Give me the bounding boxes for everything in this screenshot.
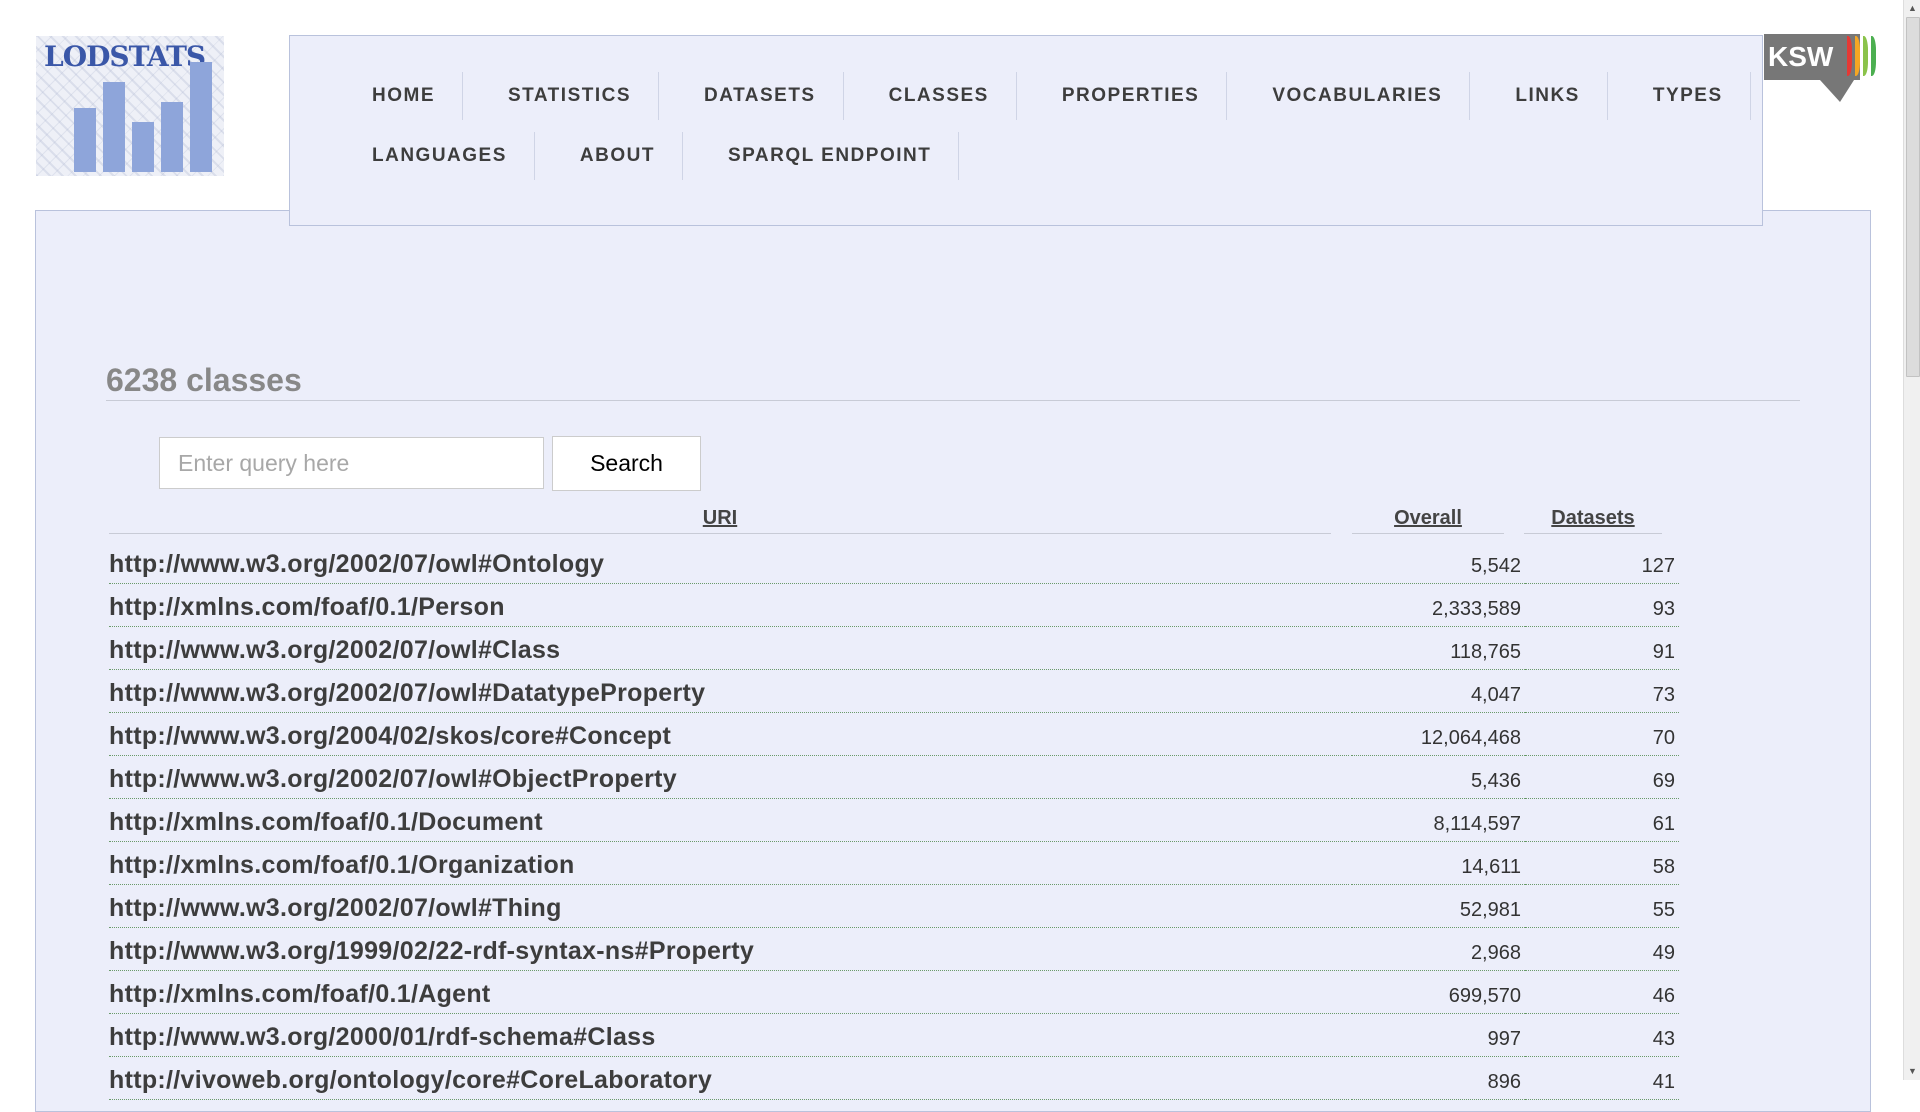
class-uri-link[interactable]: http://www.w3.org/2002/07/owl#Thing — [109, 885, 1349, 928]
datasets-count: 61 — [1525, 799, 1679, 842]
datasets-count: 93 — [1525, 584, 1679, 627]
column-header-overall[interactable]: Overall — [1352, 507, 1504, 534]
ksw-logo-tail — [1819, 80, 1863, 102]
datasets-count: 49 — [1525, 928, 1679, 971]
ksw-logo[interactable]: KSW — [1764, 34, 1876, 102]
nav-item-datasets[interactable]: DATASETS — [704, 72, 844, 120]
nav-item-properties[interactable]: PROPERTIES — [1062, 72, 1228, 120]
vertical-scrollbar[interactable]: ▲ ▼ — [1903, 0, 1920, 1080]
class-uri-link[interactable]: http://xmlns.com/foaf/0.1/Organization — [109, 842, 1349, 885]
class-uri-link[interactable]: http://www.w3.org/2002/07/owl#Class — [109, 627, 1349, 670]
class-uri-link[interactable]: http://www.w3.org/2002/07/owl#Ontology — [109, 541, 1349, 584]
logo-bar — [161, 102, 183, 172]
table-row: http://www.w3.org/2002/07/owl#DatatypePr… — [109, 670, 1679, 713]
overall-count: 699,570 — [1351, 971, 1525, 1014]
table-row: http://xmlns.com/foaf/0.1/Document 8,114… — [109, 799, 1679, 842]
search-button[interactable]: Search — [552, 436, 701, 491]
table-row: http://xmlns.com/foaf/0.1/Agent 699,570 … — [109, 971, 1679, 1014]
nav-item-about[interactable]: ABOUT — [580, 132, 683, 180]
table-row: http://vivoweb.org/ontology/core#CoreLab… — [109, 1057, 1679, 1100]
lodstats-logo[interactable]: LODSTATS — [36, 36, 224, 176]
scroll-down-arrow-icon[interactable]: ▼ — [1904, 1063, 1920, 1080]
column-header-uri[interactable]: URI — [109, 507, 1331, 534]
overall-count: 2,968 — [1351, 928, 1525, 971]
table-row: http://www.w3.org/2004/02/skos/core#Conc… — [109, 713, 1679, 756]
overall-count: 2,333,589 — [1351, 584, 1525, 627]
nav-item-types[interactable]: TYPES — [1653, 72, 1751, 120]
class-uri-link[interactable]: http://xmlns.com/foaf/0.1/Person — [109, 584, 1349, 627]
scroll-up-arrow-icon[interactable]: ▲ — [1904, 0, 1920, 17]
overall-count: 896 — [1351, 1057, 1525, 1100]
page-title: 6238 classes — [106, 362, 302, 398]
logo-bar — [132, 122, 154, 172]
table-row: http://www.w3.org/2000/01/rdf-schema#Cla… — [109, 1014, 1679, 1057]
datasets-count: 41 — [1525, 1057, 1679, 1100]
datasets-count: 91 — [1525, 627, 1679, 670]
class-uri-link[interactable]: http://www.w3.org/2004/02/skos/core#Conc… — [109, 713, 1349, 756]
class-uri-link[interactable]: http://www.w3.org/1999/02/22-rdf-syntax-… — [109, 928, 1349, 971]
logo-bar — [74, 108, 96, 172]
class-uri-link[interactable]: http://www.w3.org/2002/07/owl#DatatypePr… — [109, 670, 1349, 713]
ksw-stripe — [1866, 36, 1876, 76]
search-input[interactable] — [159, 437, 544, 489]
table-row: http://xmlns.com/foaf/0.1/Person 2,333,5… — [109, 584, 1679, 627]
nav-row-2: LANGUAGES ABOUT SPARQL ENDPOINT — [372, 132, 1004, 180]
datasets-count: 127 — [1525, 541, 1679, 584]
nav-item-vocabularies[interactable]: VOCABULARIES — [1272, 72, 1471, 120]
overall-count: 118,765 — [1351, 627, 1525, 670]
scrollbar-thumb[interactable] — [1906, 17, 1920, 377]
table-row: http://www.w3.org/2002/07/owl#ObjectProp… — [109, 756, 1679, 799]
class-uri-link[interactable]: http://www.w3.org/2000/01/rdf-schema#Cla… — [109, 1014, 1349, 1057]
logo-bar — [190, 62, 212, 172]
datasets-count: 70 — [1525, 713, 1679, 756]
nav-item-home[interactable]: HOME — [372, 72, 463, 120]
overall-count: 52,981 — [1351, 885, 1525, 928]
classes-table: http://www.w3.org/2002/07/owl#Ontology 5… — [109, 541, 1679, 1100]
overall-count: 4,047 — [1351, 670, 1525, 713]
title-divider — [106, 400, 1800, 401]
overall-count: 997 — [1351, 1014, 1525, 1057]
overall-count: 5,436 — [1351, 756, 1525, 799]
table-row: http://www.w3.org/1999/02/22-rdf-syntax-… — [109, 928, 1679, 971]
overall-count: 12,064,468 — [1351, 713, 1525, 756]
datasets-count: 43 — [1525, 1014, 1679, 1057]
datasets-count: 46 — [1525, 971, 1679, 1014]
class-uri-link[interactable]: http://www.w3.org/2002/07/owl#ObjectProp… — [109, 756, 1349, 799]
nav-item-languages[interactable]: LANGUAGES — [372, 132, 535, 180]
nav-item-classes[interactable]: CLASSES — [889, 72, 1017, 120]
class-uri-link[interactable]: http://vivoweb.org/ontology/core#CoreLab… — [109, 1057, 1349, 1100]
datasets-count: 58 — [1525, 842, 1679, 885]
nav-row-1: HOME STATISTICS DATASETS CLASSES PROPERT… — [372, 72, 1751, 120]
table-row: http://www.w3.org/2002/07/owl#Thing 52,9… — [109, 885, 1679, 928]
nav-item-sparql-endpoint[interactable]: SPARQL ENDPOINT — [728, 132, 960, 180]
overall-count: 8,114,597 — [1351, 799, 1525, 842]
class-uri-link[interactable]: http://xmlns.com/foaf/0.1/Agent — [109, 971, 1349, 1014]
datasets-count: 55 — [1525, 885, 1679, 928]
overall-count: 5,542 — [1351, 541, 1525, 584]
logo-bar — [103, 82, 125, 172]
datasets-count: 73 — [1525, 670, 1679, 713]
datasets-count: 69 — [1525, 756, 1679, 799]
main-navigation: HOME STATISTICS DATASETS CLASSES PROPERT… — [289, 35, 1763, 226]
class-uri-link[interactable]: http://xmlns.com/foaf/0.1/Document — [109, 799, 1349, 842]
table-row: http://www.w3.org/2002/07/owl#Class 118,… — [109, 627, 1679, 670]
nav-item-statistics[interactable]: STATISTICS — [508, 72, 660, 120]
overall-count: 14,611 — [1351, 842, 1525, 885]
table-row: http://xmlns.com/foaf/0.1/Organization 1… — [109, 842, 1679, 885]
table-row: http://www.w3.org/2002/07/owl#Ontology 5… — [109, 541, 1679, 584]
logo-text: LODSTATS — [44, 40, 206, 73]
column-header-datasets[interactable]: Datasets — [1524, 507, 1662, 534]
nav-item-links[interactable]: LINKS — [1515, 72, 1608, 120]
